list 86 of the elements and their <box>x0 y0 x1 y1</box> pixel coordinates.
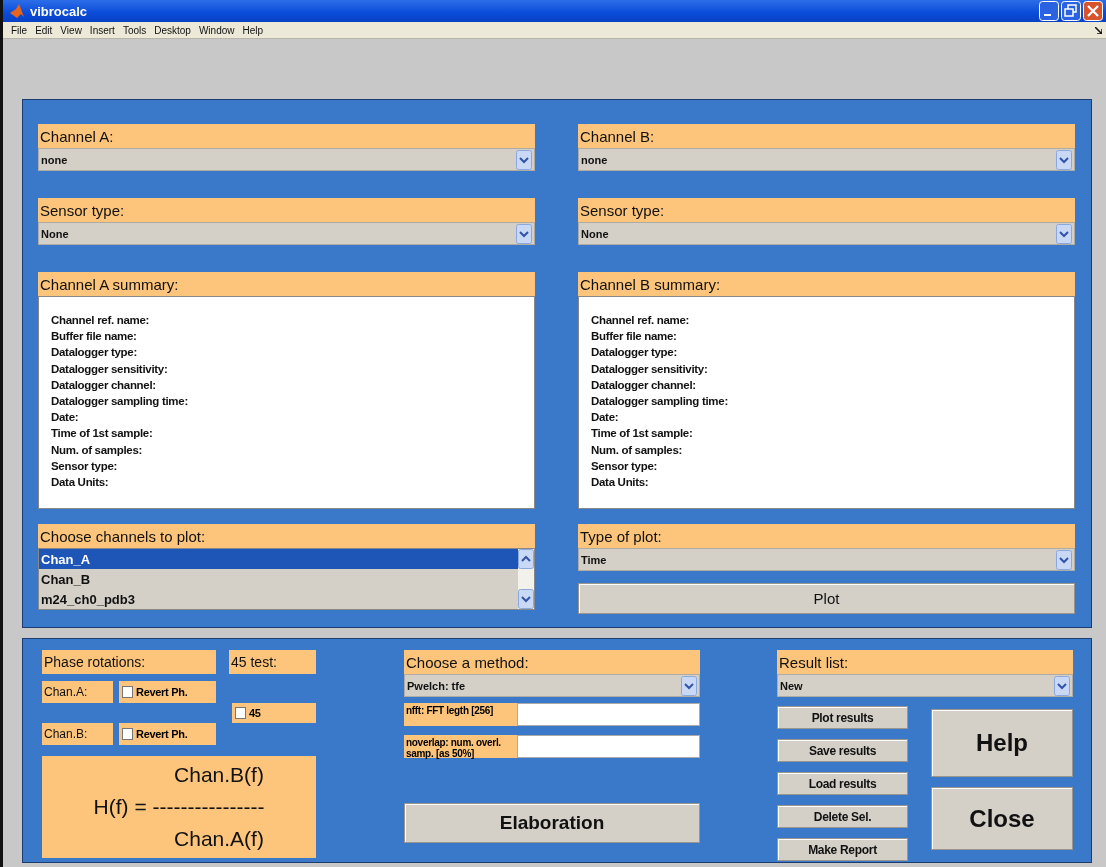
option-label: Revert Ph. <box>136 728 188 740</box>
elaboration-button[interactable]: Elaboration <box>404 803 700 843</box>
plot-button[interactable]: Plot <box>578 583 1075 614</box>
input-field[interactable] <box>517 703 700 726</box>
list-item[interactable]: Chan_B <box>39 569 518 589</box>
section-label: Sensor type: <box>578 198 1075 222</box>
sensor-dropdown[interactable]: None <box>578 222 1075 245</box>
summary-line: Date: <box>591 410 620 426</box>
sensor-dropdown[interactable]: None <box>38 222 535 245</box>
dock-arrow-icon[interactable] <box>1095 26 1102 34</box>
section-label: Choose a method: <box>404 650 700 674</box>
summary-line: Channel ref. name: <box>51 313 151 328</box>
result-button[interactable]: Make Report <box>777 838 908 861</box>
checkbox[interactable] <box>122 728 133 740</box>
menu-item[interactable]: Desktop <box>150 24 195 36</box>
summary-line: Num. of samples: <box>591 442 684 458</box>
summary-line: Datalogger type: <box>591 345 678 361</box>
close-button[interactable]: Close <box>931 787 1073 850</box>
summary-line: Date: <box>51 410 80 426</box>
result-button[interactable]: Load results <box>777 772 908 795</box>
section-label: Type of plot: <box>578 524 1075 548</box>
summary-line: Buffer file name: <box>591 329 678 345</box>
minimize-icon[interactable] <box>1039 1 1059 21</box>
result-dropdown[interactable]: New <box>777 674 1073 697</box>
checkbox[interactable] <box>235 707 246 719</box>
channel-list[interactable]: Chan_A Chan_B m24_ch0_pdb3 <box>38 548 535 610</box>
summary-line: Datalogger type: <box>51 345 138 361</box>
channel-label: Chan.B: <box>42 723 113 745</box>
section-label: Channel A summary: <box>38 272 535 296</box>
scroll-up-icon[interactable] <box>518 549 534 569</box>
summary-line: Channel ref. name: <box>591 313 691 328</box>
summary-line: Num. of samples: <box>51 442 144 458</box>
menu-item[interactable]: Help <box>238 24 268 36</box>
result-button[interactable]: Plot results <box>777 706 908 729</box>
channel-label: Chan.A: <box>42 681 113 703</box>
formula-text: Chan.B(f) <box>173 762 264 788</box>
parameter-label: noverlap: num. overl. samp. [as 50%] <box>404 735 517 758</box>
maximize-icon[interactable] <box>1061 1 1081 21</box>
channel-dropdown[interactable]: none <box>578 148 1075 171</box>
section-label: Phase rotations: <box>42 650 216 674</box>
menu-item[interactable]: View <box>56 24 86 36</box>
scroll-down-icon[interactable] <box>518 589 534 609</box>
method-dropdown[interactable]: Pwelch: tfe <box>404 674 700 697</box>
formula-text: Chan.A(f) <box>173 826 264 852</box>
section-label: Choose channels to plot: <box>38 524 535 548</box>
app-logo-icon <box>9 3 25 19</box>
section-label: 45 test: <box>229 650 316 674</box>
section-label: Sensor type: <box>38 198 535 222</box>
result-button[interactable]: Save results <box>777 739 908 762</box>
summary-line: Datalogger sensitivity: <box>591 361 709 377</box>
menu-item[interactable]: Edit <box>31 24 57 36</box>
channel-dropdown[interactable]: none <box>38 148 535 171</box>
summary-line: Datalogger sampling time: <box>591 394 729 409</box>
list-item[interactable]: Chan_A <box>39 549 518 569</box>
section-label: Channel B: <box>578 124 1075 148</box>
scrollbar[interactable] <box>518 549 534 609</box>
summary-line: Datalogger sensitivity: <box>51 361 169 377</box>
parameter-label: nfft: FFT legth [256] <box>404 703 517 726</box>
summary-line: Time of 1st sample: <box>591 426 694 442</box>
summary-line: Buffer file name: <box>51 329 138 345</box>
formula-text: H(f) = ---------------- <box>93 794 265 820</box>
section-label: Result list: <box>777 650 1073 674</box>
summary-line: Data Units: <box>51 475 110 491</box>
result-button[interactable]: Delete Sel. <box>777 805 908 828</box>
summary-line: Datalogger channel: <box>591 377 697 393</box>
plot-type-dropdown[interactable]: Time <box>578 548 1075 571</box>
menu-item[interactable]: Window <box>194 24 239 36</box>
summary-line: Sensor type: <box>51 458 119 474</box>
summary-line: Sensor type: <box>591 458 659 474</box>
option-label: Revert Ph. <box>136 686 188 698</box>
window-title: vibrocalc <box>30 3 89 19</box>
section-label: Channel B summary: <box>578 272 1075 296</box>
summary-line: Time of 1st sample: <box>51 426 154 442</box>
close-icon[interactable] <box>1083 1 1103 21</box>
input-field[interactable] <box>517 735 700 758</box>
menu-item[interactable]: Insert <box>85 24 119 36</box>
menu-item[interactable]: Tools <box>118 24 151 36</box>
section-label: Channel A: <box>38 124 535 148</box>
summary-line: Datalogger channel: <box>51 377 157 393</box>
list-item[interactable]: m24_ch0_pdb3 <box>39 589 518 609</box>
checkbox[interactable] <box>122 686 133 698</box>
menu-item[interactable]: File <box>7 24 32 36</box>
help-button[interactable]: Help <box>931 709 1073 777</box>
option-label: 45 <box>249 707 261 719</box>
summary-line: Data Units: <box>591 475 650 491</box>
summary-line: Datalogger sampling time: <box>51 394 189 409</box>
